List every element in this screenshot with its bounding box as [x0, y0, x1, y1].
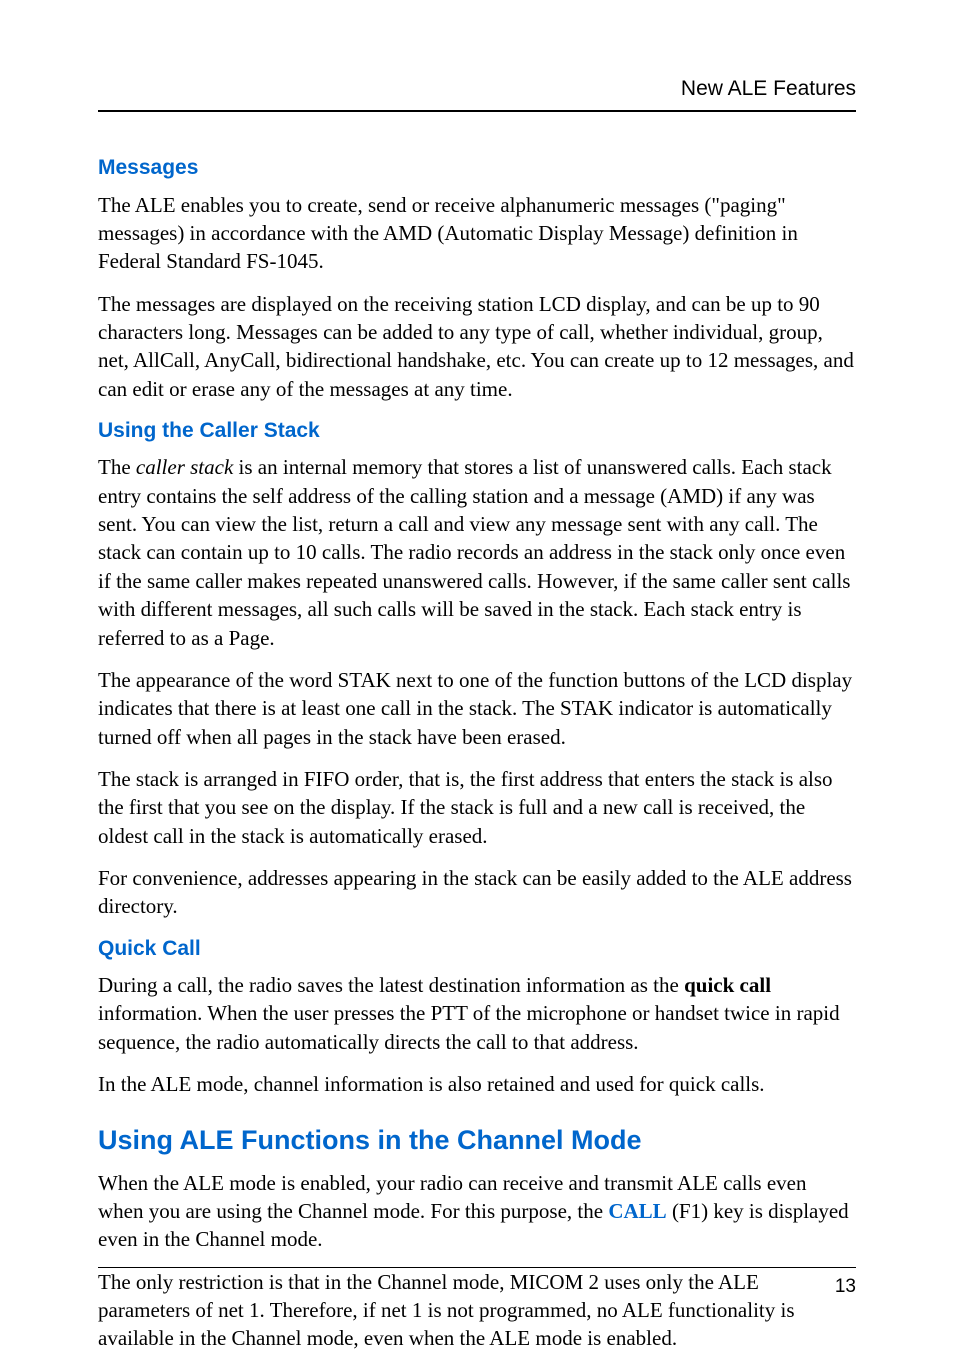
- paragraph: When the ALE mode is enabled, your radio…: [98, 1169, 856, 1254]
- paragraph: The messages are displayed on the receiv…: [98, 290, 856, 403]
- header-rule: [98, 110, 856, 112]
- heading-channel-mode: Using ALE Functions in the Channel Mode: [98, 1122, 856, 1158]
- heading-messages: Messages: [98, 154, 856, 182]
- paragraph: The caller stack is an internal memory t…: [98, 453, 856, 651]
- text-fragment: is an internal memory that stores a list…: [98, 455, 850, 649]
- paragraph: The ALE enables you to create, send or r…: [98, 191, 856, 276]
- section-channel-mode: Using ALE Functions in the Channel Mode …: [98, 1122, 856, 1353]
- footer-rule: [98, 1267, 856, 1268]
- section-quick-call: Quick Call During a call, the radio save…: [98, 935, 856, 1099]
- header-label: New ALE Features: [98, 75, 856, 110]
- heading-caller-stack: Using the Caller Stack: [98, 417, 856, 445]
- section-messages: Messages The ALE enables you to create, …: [98, 154, 856, 403]
- text-fragment: The: [98, 455, 136, 479]
- italic-term: caller stack: [136, 455, 233, 479]
- page-number: 13: [98, 1274, 856, 1300]
- bold-term: quick call: [684, 973, 771, 997]
- paragraph: During a call, the radio saves the lates…: [98, 971, 856, 1056]
- paragraph: For convenience, addresses appearing in …: [98, 864, 856, 921]
- paragraph: The appearance of the word STAK next to …: [98, 666, 856, 751]
- paragraph: In the ALE mode, channel information is …: [98, 1070, 856, 1098]
- section-caller-stack: Using the Caller Stack The caller stack …: [98, 417, 856, 921]
- heading-quick-call: Quick Call: [98, 935, 856, 963]
- text-fragment: information. When the user presses the P…: [98, 1001, 840, 1053]
- header-area: New ALE Features: [98, 75, 856, 112]
- key-label-call: CALL: [608, 1199, 666, 1223]
- paragraph: The stack is arranged in FIFO order, tha…: [98, 765, 856, 850]
- footer: 13: [98, 1267, 856, 1300]
- text-fragment: During a call, the radio saves the lates…: [98, 973, 684, 997]
